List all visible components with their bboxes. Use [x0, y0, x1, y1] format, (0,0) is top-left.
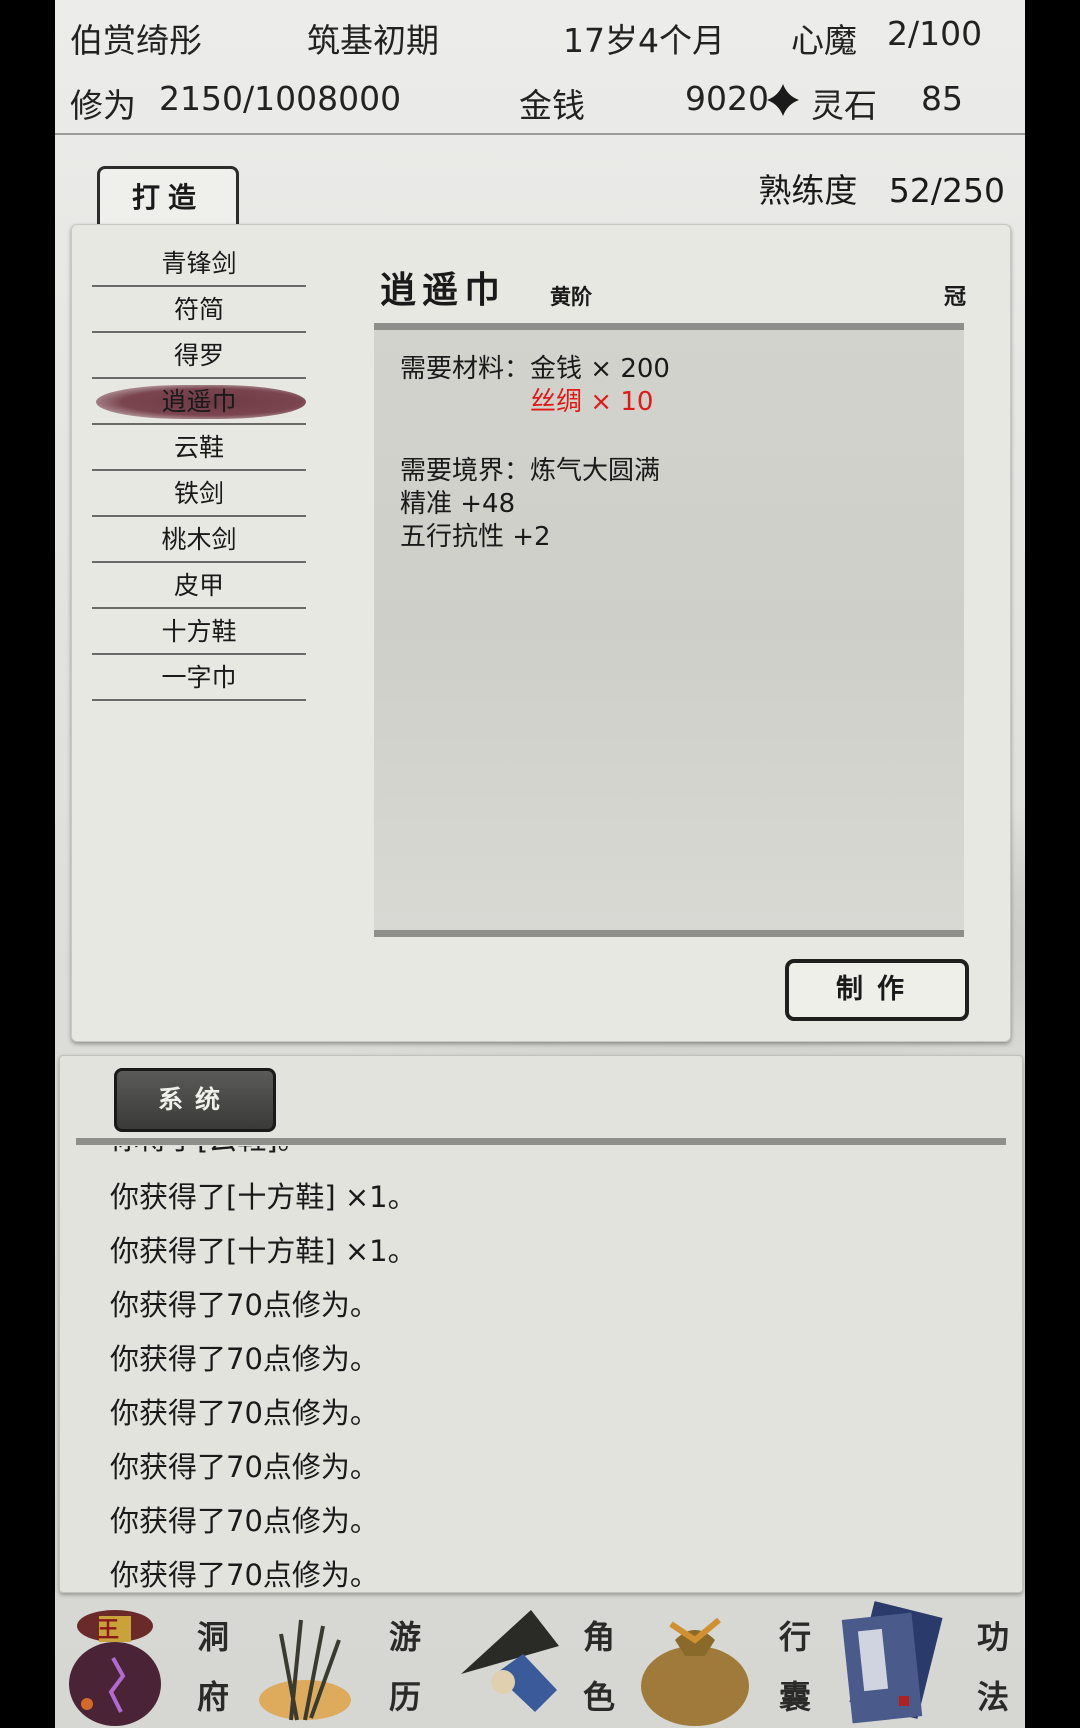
proficiency: 熟练度 52/250: [758, 164, 1005, 212]
nav-bag-top[interactable]: 行: [779, 1612, 811, 1658]
item-grade: 黄阶: [550, 284, 592, 309]
make-button[interactable]: 制作: [785, 959, 969, 1021]
stat-element-resist: 五行抗性 +2: [400, 522, 551, 552]
nav-bag-bottom[interactable]: 囊: [779, 1672, 811, 1718]
log-lines[interactable]: 你得了[云鞋]。 你获得了[十方鞋] ×1。 你获得了[十方鞋] ×1。 你获得…: [110, 1146, 992, 1592]
recipe-item[interactable]: 皮甲: [92, 565, 306, 609]
heart-demon-label: 心魔: [791, 21, 857, 60]
header-divider: [55, 133, 1025, 135]
recipe-item[interactable]: 符简: [92, 289, 306, 333]
tab-forge[interactable]: 打造: [97, 166, 239, 227]
nav-skill-bottom[interactable]: 法: [977, 1672, 1009, 1718]
log-line: 你获得了70点修为。: [110, 1558, 379, 1592]
system-log: 系统 你得了[云鞋]。 你获得了[十方鞋] ×1。 你获得了[十方鞋] ×1。 …: [59, 1055, 1023, 1593]
nav-travel-bottom[interactable]: 历: [389, 1672, 421, 1718]
heart-demon-value: 2/100: [887, 14, 983, 53]
materials-label: 需要材料：: [400, 354, 531, 384]
nav-skill-top[interactable]: 功: [977, 1612, 1009, 1658]
character-name: 伯赏绮彤: [70, 21, 202, 60]
log-divider: [76, 1138, 1006, 1145]
age-label: 17岁4个月: [563, 21, 725, 60]
log-line: 你获得了[十方鞋] ×1。: [110, 1180, 417, 1214]
nav-role-top[interactable]: 角: [583, 1612, 615, 1658]
realm-label: 筑基初期: [307, 21, 439, 60]
recipe-item[interactable]: 桃木剑: [92, 519, 306, 563]
recipe-item[interactable]: 得罗: [92, 335, 306, 379]
travel-icon[interactable]: [251, 1600, 361, 1728]
item-detail-scroll: 需要材料： 金钱 × 200 丝绸 × 10 需要境界：炼气大圆满 精准 +48…: [374, 323, 964, 937]
forge-panel: 青锋剑 符简 得罗 逍遥巾 云鞋 铁剑 桃木剑 皮甲 十方鞋 一字巾 逍遥巾 黄…: [71, 224, 1011, 1042]
log-line: 你获得了70点修为。: [110, 1450, 379, 1484]
item-name: 逍遥巾: [380, 269, 507, 311]
bag-icon[interactable]: [635, 1600, 755, 1728]
cultivation-label: 修为: [70, 86, 136, 125]
log-line: 你获得了70点修为。: [110, 1504, 379, 1538]
nav-role-bottom[interactable]: 色: [583, 1672, 615, 1718]
realm-requirement: 需要境界：炼气大圆满: [400, 456, 661, 486]
recipe-item[interactable]: 十方鞋: [92, 611, 306, 655]
skill-book-icon[interactable]: [839, 1600, 949, 1728]
nav-cave-bottom[interactable]: 府: [197, 1672, 229, 1718]
cultivation-value: 2150/1008000: [159, 79, 402, 118]
log-line: 你获得了70点修为。: [110, 1288, 379, 1322]
nav-cave-top[interactable]: 洞: [197, 1612, 229, 1658]
nav-travel-top[interactable]: 游: [389, 1612, 421, 1658]
log-line: 你获得了[十方鞋] ×1。: [110, 1234, 417, 1268]
item-slot: 冠: [943, 284, 966, 310]
spirit-stone-icon: [767, 84, 799, 116]
stat-accuracy: 精准 +48: [400, 489, 516, 519]
recipe-item[interactable]: 一字巾: [92, 657, 306, 701]
proficiency-label: 熟练度: [758, 171, 858, 210]
proficiency-value: 52/250: [888, 171, 1005, 210]
material-money: 金钱 × 200: [530, 354, 670, 384]
money-value: 9020: [685, 79, 769, 118]
log-line-partial: 你得了[云鞋]。: [110, 1146, 992, 1170]
seal-char: 王: [97, 1618, 120, 1643]
recipe-item[interactable]: 铁剑: [92, 473, 306, 517]
material-silk: 丝绸 × 10: [530, 387, 654, 417]
tab-system[interactable]: 系统: [114, 1068, 276, 1132]
character-hat-icon[interactable]: [455, 1600, 565, 1728]
log-line: 你获得了70点修为。: [110, 1396, 379, 1430]
spirit-stone-label: 灵石: [811, 86, 877, 125]
money-label: 金钱: [519, 86, 585, 125]
spirit-stone-value: 85: [921, 79, 963, 118]
recipe-item[interactable]: 青锋剑: [92, 243, 306, 287]
game-screen: 伯赏绮彤 筑基初期 17岁4个月 心魔 2/100 修为 2150/100800…: [55, 0, 1025, 1728]
log-line: 你获得了70点修为。: [110, 1342, 379, 1376]
bottom-nav: 王 洞 府 游 历 角 色 行 囊 功 法: [55, 1592, 1025, 1728]
recipe-item[interactable]: 云鞋: [92, 427, 306, 471]
recipe-item-selected[interactable]: 逍遥巾: [92, 381, 306, 425]
recipe-list: 青锋剑 符简 得罗 逍遥巾 云鞋 铁剑 桃木剑 皮甲 十方鞋 一字巾: [92, 243, 306, 703]
